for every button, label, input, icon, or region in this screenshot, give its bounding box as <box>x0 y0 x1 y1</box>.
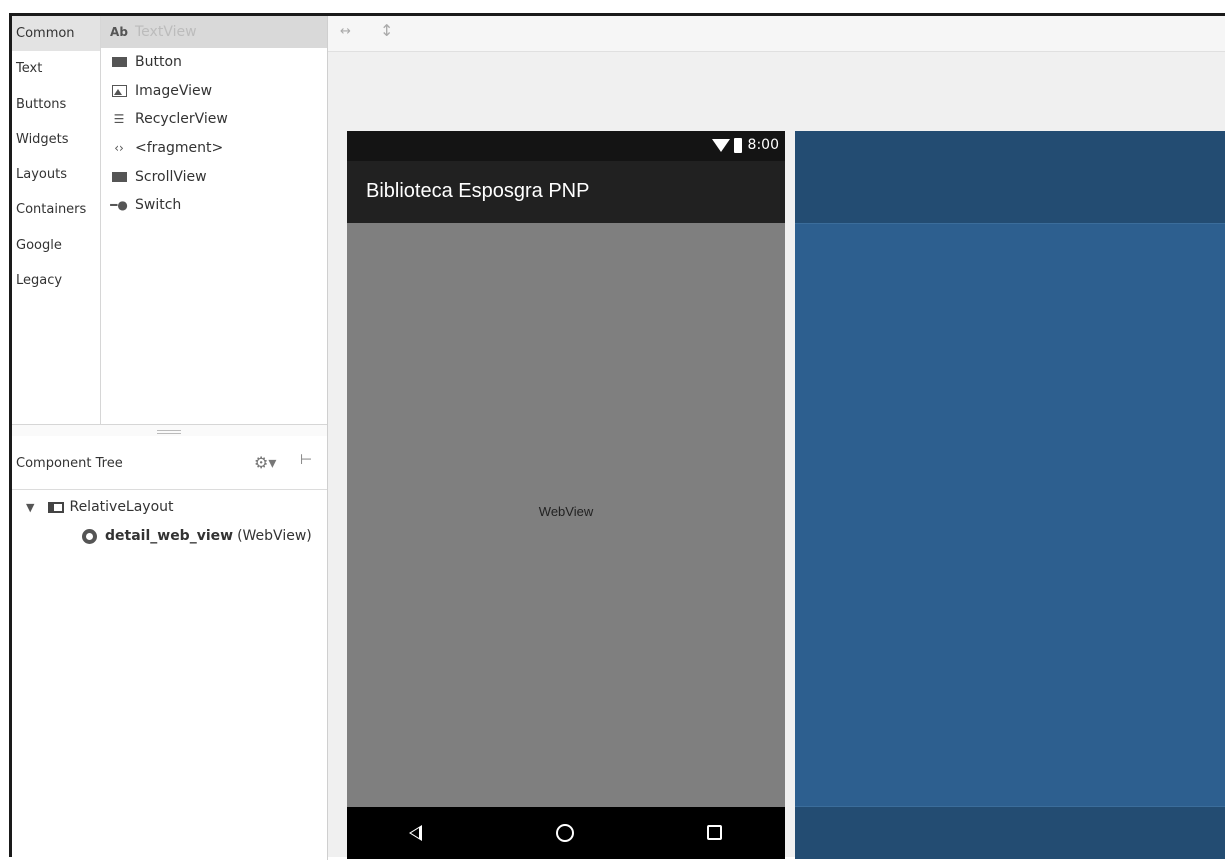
palette-item-label: <fragment> <box>135 140 224 157</box>
code-brackets-icon: ‹› <box>114 141 124 156</box>
tree-node-id: detail_web_view <box>105 528 234 544</box>
category-legacy[interactable]: Legacy <box>12 263 100 298</box>
category-common[interactable]: Common <box>12 16 100 52</box>
list-icon: ☰ <box>113 112 125 127</box>
gear-icon[interactable]: ⚙▾ <box>254 453 276 472</box>
palette-item-fragment[interactable]: ‹› <fragment> <box>101 134 327 163</box>
category-text[interactable]: Text <box>12 51 100 86</box>
tree-node-type: (WebView) <box>237 528 312 544</box>
switch-icon: ━● <box>110 198 128 213</box>
component-tree-title: Component Tree <box>16 456 123 471</box>
text-ab-icon: Ab <box>110 25 128 39</box>
status-time: 8:00 <box>747 137 779 153</box>
tree-node-detail-web-view[interactable]: detail_web_view (WebView) <box>82 528 312 544</box>
app-title: Biblioteca Esposgra PNP <box>366 180 590 202</box>
splitter-grip-icon <box>157 430 181 434</box>
palette-item-textview[interactable]: Ab TextView <box>101 16 327 48</box>
palette-item-recyclerview[interactable]: ☰ RecyclerView <box>101 105 327 134</box>
button-icon <box>109 57 129 68</box>
blueprint-app-bar <box>795 131 1225 224</box>
device-preview[interactable]: 8:00 Biblioteca Esposgra PNP WebView <box>347 131 785 859</box>
tree-node-relativelayout[interactable]: ▼ RelativeLayout <box>26 499 174 515</box>
webview-placeholder-label: WebView <box>538 504 594 519</box>
tree-node-label: RelativeLayout <box>69 499 174 515</box>
vertical-resize-icon[interactable]: ↕ <box>380 21 393 40</box>
component-tree-panel: Component Tree ⚙▾ ⊢ ▼ RelativeLayout det… <box>12 436 328 860</box>
navigation-bar <box>347 807 785 859</box>
component-tree-header: Component Tree ⚙▾ ⊢ <box>12 436 327 490</box>
category-google[interactable]: Google <box>12 228 100 263</box>
design-toolbar: ↔ ↕ <box>328 16 1225 52</box>
palette-item-label: Switch <box>135 197 182 214</box>
palette-item-label: RecyclerView <box>135 111 228 128</box>
palette-item-label: ImageView <box>135 82 213 99</box>
battery-icon <box>733 137 742 153</box>
recent-apps-icon[interactable] <box>707 825 722 840</box>
palette-item-label: TextView <box>135 24 197 40</box>
palette-item-label: ScrollView <box>135 168 207 185</box>
palette-panel: Common Text Buttons Widgets Layouts Cont… <box>12 16 328 436</box>
scroll-icon <box>109 171 129 182</box>
back-icon[interactable] <box>409 825 422 841</box>
category-containers[interactable]: Containers <box>12 192 100 227</box>
palette-item-imageview[interactable]: ImageView <box>101 77 327 106</box>
home-icon[interactable] <box>556 824 574 842</box>
category-buttons[interactable]: Buttons <box>12 87 100 122</box>
category-widgets[interactable]: Widgets <box>12 122 100 157</box>
blueprint-preview[interactable] <box>795 131 1225 859</box>
status-icons: 8:00 <box>711 137 779 153</box>
collapse-panel-icon[interactable]: ⊢ <box>300 452 312 468</box>
wifi-icon <box>711 138 730 152</box>
android-studio-layout-editor: Common Text Buttons Widgets Layouts Cont… <box>9 13 1225 860</box>
palette-item-switch[interactable]: ━● Switch <box>101 191 327 220</box>
image-icon <box>109 84 129 97</box>
app-bar: Biblioteca Esposgra PNP <box>347 161 785 223</box>
relative-layout-icon <box>48 501 65 513</box>
palette-categories: Common Text Buttons Widgets Layouts Cont… <box>12 16 101 424</box>
status-bar: 8:00 <box>347 131 785 161</box>
design-surface: ↔ ↕ 8:00 Biblioteca Esposgra PNP WebView <box>328 16 1225 859</box>
webview-icon <box>82 528 97 544</box>
blueprint-nav-bar <box>795 806 1225 859</box>
palette-item-scrollview[interactable]: ScrollView <box>101 162 327 191</box>
palette-item-button[interactable]: Button <box>101 48 327 77</box>
horizontal-resize-icon[interactable]: ↔ <box>340 24 351 39</box>
palette-items: Ab TextView Button ImageView ☰ RecyclerV… <box>101 16 327 220</box>
chevron-down-icon[interactable]: ▼ <box>26 501 34 514</box>
category-layouts[interactable]: Layouts <box>12 157 100 192</box>
palette-item-label: Button <box>135 54 182 71</box>
